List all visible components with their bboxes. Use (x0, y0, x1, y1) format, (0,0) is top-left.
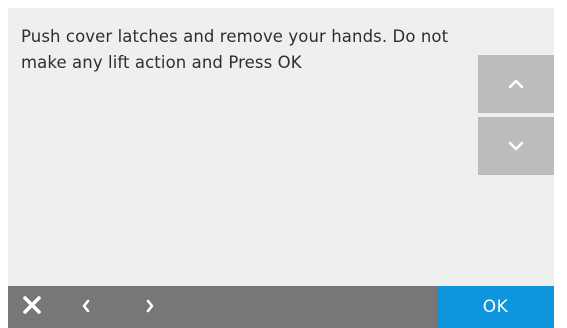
ok-button[interactable]: OK (437, 286, 554, 328)
instruction-message: Push cover latches and remove your hands… (21, 27, 449, 72)
back-button[interactable] (68, 286, 104, 328)
forward-button[interactable] (132, 286, 168, 328)
bottom-navigation-bar: OK (8, 286, 554, 328)
chevron-down-icon (508, 141, 524, 151)
close-button[interactable] (12, 286, 52, 328)
scroll-up-button[interactable] (478, 55, 554, 113)
screen: Push cover latches and remove your hands… (8, 8, 554, 286)
scroll-down-button[interactable] (478, 117, 554, 175)
chevron-up-icon (508, 79, 524, 89)
frame-edge (554, 8, 567, 328)
chevron-left-icon (81, 298, 91, 317)
close-icon (22, 295, 42, 319)
chevron-right-icon (145, 298, 155, 317)
